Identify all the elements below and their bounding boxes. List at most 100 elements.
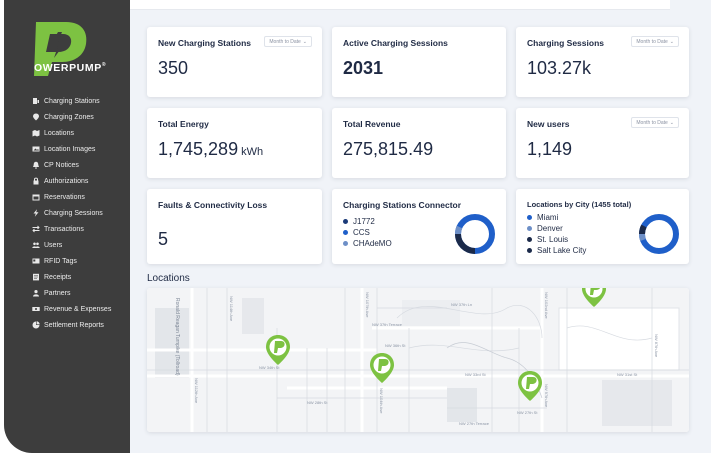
receipt-icon (32, 273, 40, 281)
period-dropdown[interactable]: Month to Date ⌄ (631, 36, 679, 47)
map-street-label: NW 107th Ave (365, 292, 370, 318)
brand-name: OWERPUMP® (34, 62, 107, 74)
sidebar-nav: Charging Stations Charging Zones Locatio… (32, 93, 111, 333)
total-energy-card: Total Energy 1,745,289 kWh (147, 108, 322, 178)
image-icon (32, 145, 40, 153)
map-street-label: NW 102nd Ave (544, 292, 549, 319)
map-pin[interactable] (369, 352, 395, 384)
map-street-label: NW 33rd St (465, 372, 486, 377)
sidebar-item-receipts[interactable]: Receipts (32, 269, 111, 285)
card-title: Charging Sessions (527, 38, 604, 48)
lightning-icon (32, 209, 40, 217)
bell-icon (32, 161, 40, 169)
sidebar-item-cp-notices[interactable]: CP Notices (32, 157, 111, 173)
partner-icon (32, 289, 40, 297)
period-dropdown[interactable]: Month to Date ⌄ (631, 117, 679, 128)
sidebar-item-label: CP Notices (44, 161, 79, 169)
card-title: New Charging Stations (158, 38, 252, 48)
sidebar-item-reservations[interactable]: Reservations (32, 189, 111, 205)
map-icon (32, 129, 40, 137)
money-icon (32, 305, 40, 313)
total-revenue-card: Total Revenue 275,815.49 (332, 108, 506, 178)
charging-sessions-card: Charging Sessions Month to Date ⌄ 103.27k (516, 27, 689, 97)
dashboard-main: New Charging Stations Month to Date ⌄ 350… (130, 0, 711, 453)
map-street-label: NW 37th Terrace (372, 322, 402, 327)
sidebar-item-users[interactable]: Users (32, 237, 111, 253)
map-street-label: NW 97th Ave (544, 384, 549, 408)
sidebar-item-label: Settlement Reports (44, 321, 104, 329)
pie-chart-icon (32, 321, 40, 329)
calendar-icon (32, 193, 40, 201)
sidebar-item-label: Users (44, 241, 63, 249)
card-title: Locations by City (1455 total) (527, 200, 632, 209)
top-bar (130, 0, 670, 10)
new-users-card: New users Month to Date ⌄ 1,149 (516, 108, 689, 178)
map-street-label: Ronald Reagan Turnpike (Tollroad) (174, 298, 180, 376)
period-dropdown[interactable]: Month to Date ⌄ (264, 36, 312, 47)
connector-legend: J1772 CCS CHAdeMO (343, 216, 392, 249)
chevron-down-icon: ⌄ (669, 38, 674, 45)
faults-card: Faults & Connectivity Loss 5 (147, 189, 322, 264)
sidebar-item-label: Authorizations (44, 177, 89, 185)
sidebar-item-label: Charging Stations (44, 97, 100, 105)
locations-by-city-card: Locations by City (1455 total) Miami Den… (516, 189, 689, 264)
card-title: New users (527, 119, 570, 129)
map-street-label: NW 36th St (385, 343, 406, 348)
sidebar-item-authorizations[interactable]: Authorizations (32, 173, 111, 189)
new-charging-stations-card: New Charging Stations Month to Date ⌄ 350 (147, 27, 322, 97)
sidebar-item-partners[interactable]: Partners (32, 285, 111, 301)
sidebar-item-location-images[interactable]: Location Images (32, 141, 111, 157)
sidebar-item-charging-sessions[interactable]: Charging Sessions (32, 205, 111, 221)
map-pin[interactable] (517, 370, 543, 402)
location-pin-icon (32, 113, 40, 121)
locations-map[interactable]: Ronald Reagan Turnpike (Tollroad) NW 114… (147, 288, 689, 432)
card-value: 103.27k (527, 58, 592, 78)
energy-unit: kWh (241, 146, 264, 158)
card-value: 1,745,289 kWh (158, 139, 264, 159)
sidebar-item-label: Charging Sessions (44, 209, 103, 217)
map-street-label: NW 114th Ave (229, 296, 234, 322)
sidebar-item-revenue-expenses[interactable]: Revenue & Expenses (32, 301, 111, 317)
chevron-down-icon: ⌄ (302, 38, 307, 45)
sidebar-item-label: Locations (44, 129, 74, 137)
legend-item: Salt Lake City (527, 245, 586, 256)
sidebar-item-charging-zones[interactable]: Charging Zones (32, 109, 111, 125)
legend-item: Miami (527, 212, 586, 223)
card-title: Total Revenue (343, 119, 401, 129)
map-street-label: NW 112th Ave (194, 378, 199, 404)
sidebar-item-transactions[interactable]: Transactions (32, 221, 111, 237)
city-donut-chart (639, 214, 679, 254)
card-value: 2031 (343, 58, 384, 78)
card-value: 275,815.49 (343, 139, 434, 159)
card-title: Faults & Connectivity Loss (158, 200, 268, 210)
lock-icon (32, 177, 40, 185)
legend-item: CHAdeMO (343, 238, 392, 249)
legend-item: St. Louis (527, 234, 586, 245)
map-street-label: NW 27th St (517, 410, 538, 415)
map-pin[interactable] (581, 288, 607, 308)
connector-card: Charging Stations Connector J1772 CCS CH… (332, 189, 506, 264)
legend-item: J1772 (343, 216, 392, 227)
sidebar: OWERPUMP® Charging Stations Charging Zon… (4, 0, 130, 453)
locations-section-title: Locations (147, 273, 190, 284)
exchange-icon (32, 225, 40, 233)
sidebar-item-label: RFID Tags (44, 257, 77, 265)
sidebar-item-label: Partners (44, 289, 71, 297)
map-street-label: NW 27th Terrace (459, 421, 489, 426)
card-title: Total Energy (158, 119, 209, 129)
sidebar-item-label: Transactions (44, 225, 84, 233)
map-pin[interactable] (265, 334, 291, 366)
chevron-down-icon: ⌄ (669, 119, 674, 126)
city-legend: Miami Denver St. Louis Salt Lake City (527, 212, 586, 256)
sidebar-item-settlement-reports[interactable]: Settlement Reports (32, 317, 111, 333)
sidebar-item-rfid-tags[interactable]: RFID Tags (32, 253, 111, 269)
charging-station-icon (32, 97, 40, 105)
sidebar-item-charging-stations[interactable]: Charging Stations (32, 93, 111, 109)
sidebar-item-locations[interactable]: Locations (32, 125, 111, 141)
sidebar-item-label: Revenue & Expenses (44, 305, 112, 313)
map-street-label: NW 37th Ln (451, 302, 473, 307)
sidebar-item-label: Reservations (44, 193, 85, 201)
map-street-label: NW 31st St (617, 372, 638, 377)
legend-item: Denver (527, 223, 586, 234)
users-icon (32, 241, 40, 249)
